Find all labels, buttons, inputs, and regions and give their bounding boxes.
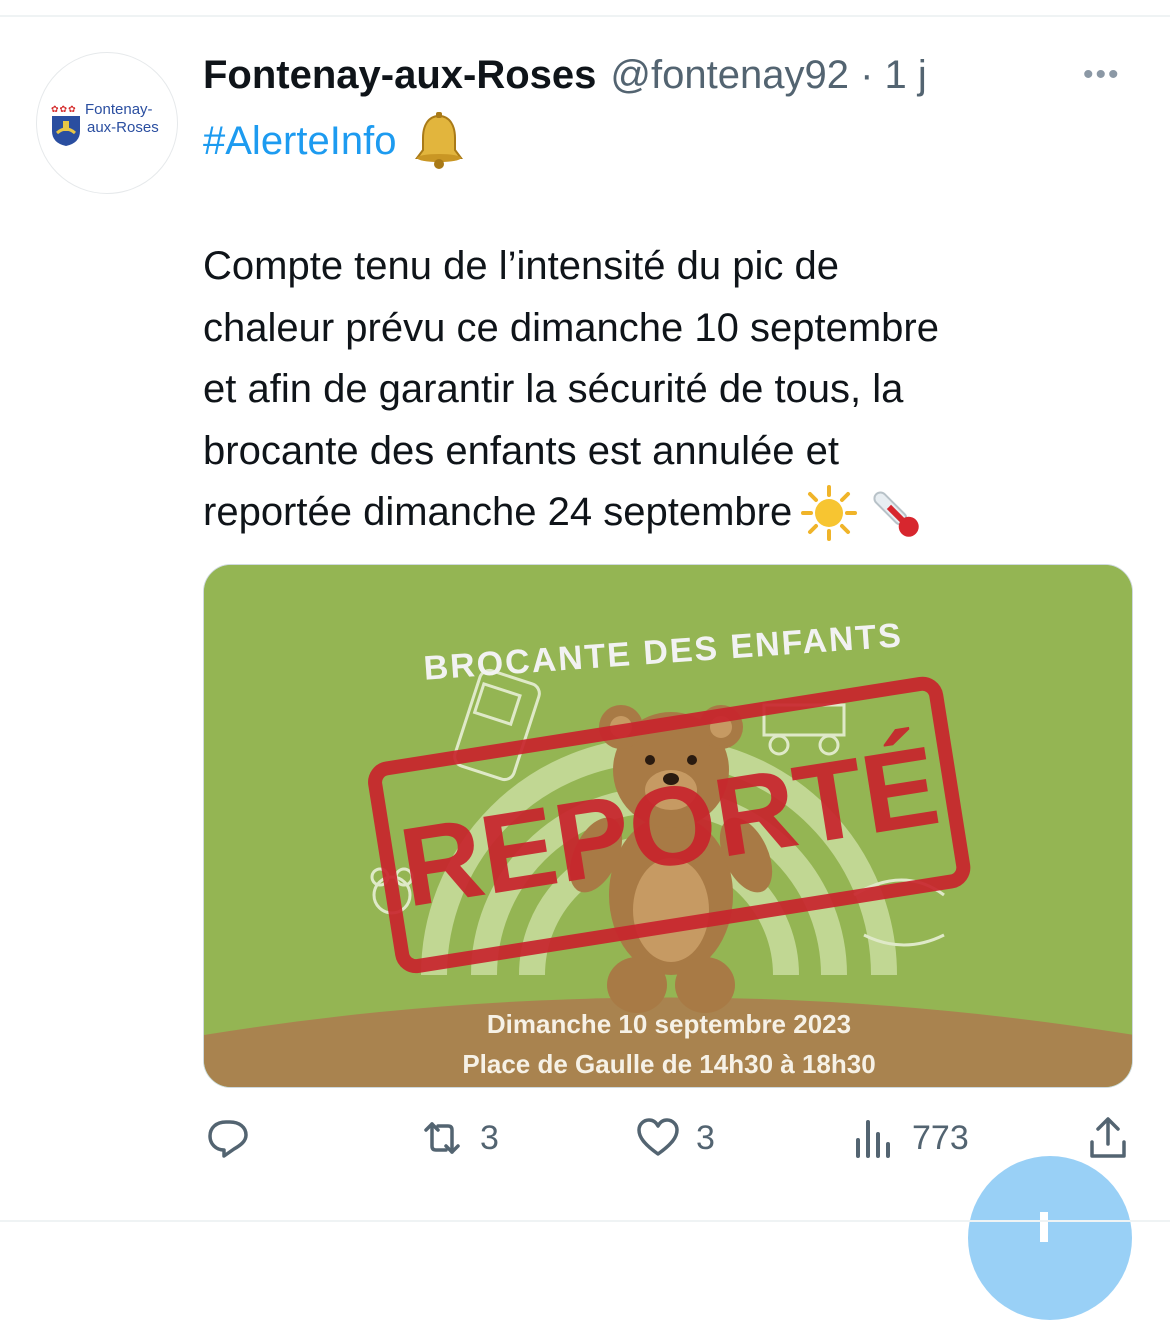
more-options-icon[interactable]: •••: [1083, 58, 1121, 92]
shield-icon: [52, 116, 80, 146]
tweet-image[interactable]: BROCANTE DES ENFANTS REPORTÉ Dimanche 10…: [203, 564, 1133, 1088]
retweet-count: 3: [480, 1118, 499, 1157]
thermometer-icon: [873, 491, 919, 538]
heart-icon: [637, 1118, 679, 1156]
views-icon: [856, 1120, 890, 1158]
share-icon: [1090, 1117, 1126, 1158]
tweet-text-line: chaleur prévu ce dimanche 10 septembre: [203, 305, 939, 350]
retweet-button[interactable]: 3: [418, 1114, 499, 1162]
views-button[interactable]: 773: [850, 1114, 969, 1162]
hashtag-link[interactable]: #AlerteInfo: [203, 119, 396, 164]
views-count: 773: [912, 1118, 969, 1157]
compose-plus-icon: [1040, 1212, 1048, 1242]
bell-icon: [415, 112, 464, 169]
hashtag-line: #AlerteInfo: [203, 110, 470, 172]
sun-icon: [801, 485, 858, 542]
share-button[interactable]: [1084, 1114, 1132, 1162]
tweet-text: Compte tenu de l’intensité du pic de cha…: [203, 236, 1103, 544]
like-button[interactable]: 3: [634, 1114, 715, 1162]
event-poster: BROCANTE DES ENFANTS REPORTÉ Dimanche 10…: [204, 565, 1132, 1087]
retweet-icon: [424, 1122, 460, 1154]
tweet-text-line: reportée dimanche 24 septembre: [203, 482, 1103, 544]
reply-icon: [208, 1120, 248, 1158]
avatar-city-line1: Fontenay-: [85, 101, 153, 118]
avatar[interactable]: ✿✿✿ Fontenay- aux-Roses: [36, 52, 178, 194]
tweet-actions: 3 3 773: [0, 1114, 1170, 1170]
top-divider: [0, 15, 1170, 17]
compose-button[interactable]: [968, 1156, 1132, 1320]
tweet-text-line: brocante des enfants est annulée et: [203, 428, 840, 473]
poster-date: Dimanche 10 septembre 2023: [487, 1009, 851, 1039]
tweet-text-line: et afin de garantir la sécurité de tous,…: [203, 367, 904, 411]
author-handle-time[interactable]: @fontenay92 · 1 j: [610, 53, 926, 98]
bottom-divider: [0, 1220, 1170, 1222]
poster-place: Place de Gaulle de 14h30 à 18h30: [462, 1049, 875, 1079]
reply-button[interactable]: [204, 1114, 266, 1162]
like-count: 3: [696, 1118, 715, 1157]
avatar-city-line2: aux-Roses: [87, 119, 159, 136]
tweet-header: Fontenay-aux-Roses @fontenay92 · 1 j: [203, 52, 927, 98]
author-name[interactable]: Fontenay-aux-Roses: [203, 53, 596, 98]
tweet-text-line: Compte tenu de l’intensité du pic de: [203, 244, 839, 288]
tweet-text-line-last: reportée dimanche 24 septembre: [203, 490, 793, 534]
